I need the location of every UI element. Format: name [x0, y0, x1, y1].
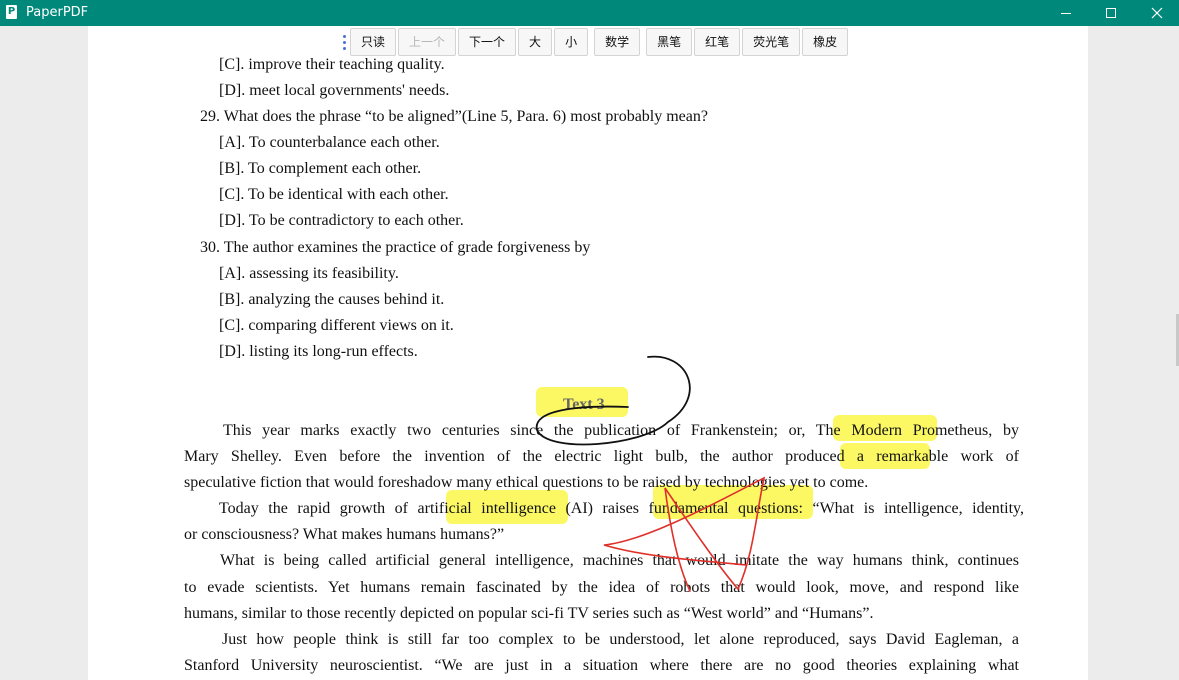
drag-handle-icon[interactable]: [338, 28, 350, 56]
pdf-page[interactable]: [C]. improve their teaching quality. [D]…: [88, 26, 1088, 680]
maximize-button[interactable]: [1088, 0, 1134, 26]
zoom-out-button[interactable]: 小: [554, 28, 589, 56]
close-icon: [1151, 7, 1163, 19]
app-title: PaperPDF: [26, 5, 89, 20]
app-logo-icon: P: [6, 5, 17, 19]
readonly-button[interactable]: 只读: [350, 28, 397, 56]
close-button[interactable]: [1134, 0, 1179, 26]
document-content: [C]. improve their teaching quality. [D]…: [88, 26, 1088, 680]
next-button[interactable]: 下一个: [458, 28, 517, 56]
red-ink-stroke: [603, 476, 766, 592]
minimize-icon: [1061, 13, 1071, 14]
zoom-in-button[interactable]: 大: [518, 28, 553, 56]
eraser-button[interactable]: 橡皮: [802, 28, 849, 56]
highlighter-button[interactable]: 荧光笔: [742, 28, 801, 56]
maximize-icon: [1106, 8, 1116, 18]
minimize-button[interactable]: [1043, 0, 1089, 26]
annotation-toolbar: 只读 上一个 下一个 大 小 数学 黑笔 红笔 荧光笔 橡皮: [338, 28, 850, 56]
ink-annotations: [535, 355, 766, 592]
red-pen-button[interactable]: 红笔: [694, 28, 741, 56]
black-ink-stroke: [535, 355, 691, 446]
black-pen-button[interactable]: 黑笔: [646, 28, 693, 56]
math-button[interactable]: 数学: [594, 28, 641, 56]
prev-button[interactable]: 上一个: [398, 28, 457, 56]
title-bar: P PaperPDF: [0, 0, 1179, 26]
